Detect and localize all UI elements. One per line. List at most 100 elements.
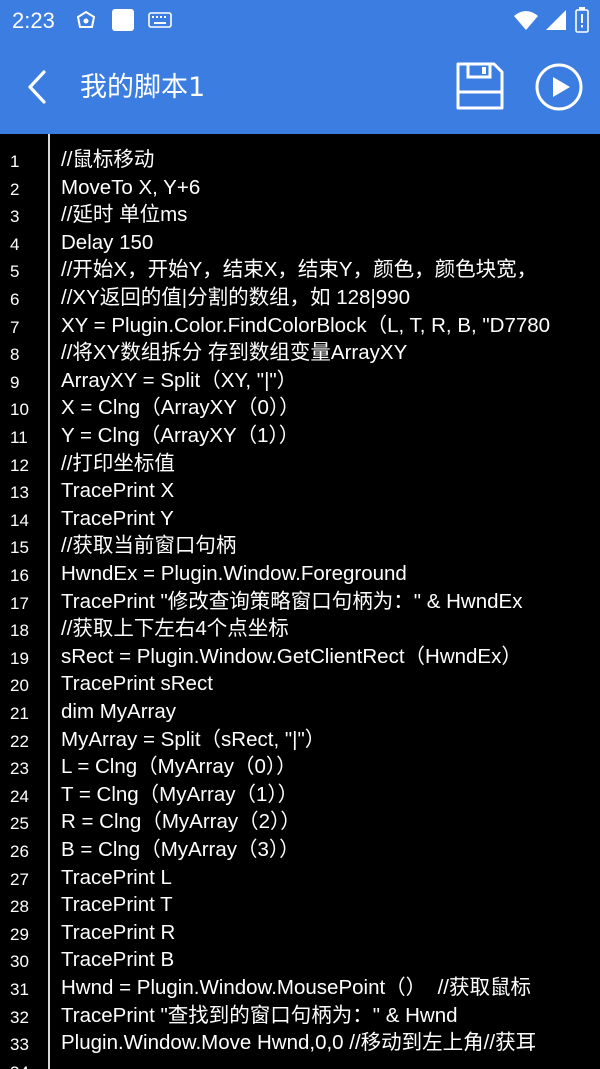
code-line[interactable]: 19 sRect = Plugin.Window.GetClientRect（Hw… bbox=[0, 643, 600, 671]
line-number: 24 bbox=[10, 786, 29, 806]
line-number: 33 bbox=[10, 1035, 29, 1055]
code-line[interactable]: 26 B = Clng（MyArray（3）） bbox=[0, 836, 600, 864]
code-line[interactable]: 15 //获取当前窗口句柄 bbox=[0, 532, 600, 560]
play-icon bbox=[535, 63, 583, 111]
line-number: 14 bbox=[10, 510, 29, 530]
app-bar: 我的脚本1 bbox=[0, 42, 600, 134]
code-line[interactable]: 23 L = Clng（MyArray（0）） bbox=[0, 753, 600, 781]
line-text: Plugin.Window.Move Hwnd,0,0 //移动到左上角//获耳 bbox=[61, 1031, 537, 1055]
code-line[interactable]: 4 Delay 150 bbox=[0, 229, 600, 257]
line-text: T = Clng（MyArray（1）） bbox=[61, 782, 299, 806]
line-text: Y = Clng（ArrayXY（1）） bbox=[61, 424, 300, 447]
line-number: 27 bbox=[10, 869, 29, 889]
line-text: //开始X，开始Y，结束X，结束Y，颜色，颜色块宽， bbox=[61, 258, 538, 282]
line-number: 28 bbox=[10, 897, 29, 917]
line-text: TracePrint "修改查询策略窗口句柄为：" & HwndEx bbox=[61, 589, 523, 613]
line-number: 25 bbox=[10, 814, 29, 834]
line-text: XY = Plugin.Color.FindColorBlock（L, T, R… bbox=[61, 313, 551, 337]
line-number: 13 bbox=[10, 483, 29, 503]
code-editor[interactable]: 1 //鼠标移动 2 MoveTo X, Y+6 3 //延时 单位ms 4 Delay 15… bbox=[0, 134, 600, 1069]
screen: 2:23 我的脚本1 1 //鼠标移动 2 MoveTo X, Y+6 3 //… bbox=[0, 0, 600, 1069]
line-number: 3 bbox=[10, 207, 20, 227]
line-number: 17 bbox=[10, 593, 29, 613]
code-line[interactable]: 30 TracePrint B bbox=[0, 946, 600, 974]
line-number: 11 bbox=[10, 428, 28, 447]
code-line[interactable]: 8 //将XY数组拆分 存到数组变量ArrayXY bbox=[0, 339, 600, 367]
run-button[interactable] bbox=[534, 62, 584, 112]
line-number: 30 bbox=[10, 952, 29, 972]
signal-icon bbox=[545, 9, 567, 35]
notification-icon bbox=[74, 9, 98, 35]
code-line[interactable]: 20 TracePrint sRect bbox=[0, 670, 600, 698]
square-icon bbox=[111, 8, 135, 36]
code-line[interactable]: 17 TracePrint "修改查询策略窗口句柄为：" & HwndEx bbox=[0, 588, 600, 616]
line-number: 7 bbox=[10, 317, 20, 337]
line-text: //将XY数组拆分 存到数组变量ArrayXY bbox=[61, 341, 408, 365]
line-number: 5 bbox=[10, 262, 20, 282]
code-line[interactable]: 11 Y = Clng（ArrayXY（1）） bbox=[0, 422, 600, 450]
line-number: 10 bbox=[10, 400, 29, 420]
back-button[interactable] bbox=[20, 64, 56, 110]
code-line[interactable]: 16 HwndEx = Plugin.Window.Foreground bbox=[0, 560, 600, 588]
code-line[interactable]: 31 Hwnd = Plugin.Window.MousePoint（） //获取… bbox=[0, 974, 600, 1002]
code-line[interactable]: 22 MyArray = Split（sRect, "|"） bbox=[0, 726, 600, 754]
line-number: 22 bbox=[10, 731, 29, 751]
line-number: 18 bbox=[10, 621, 29, 641]
code-line[interactable]: 14 TracePrint Y bbox=[0, 505, 600, 533]
save-button[interactable] bbox=[454, 60, 506, 112]
code-line[interactable]: 6 //XY返回的值|分割的数组，如 128|990 bbox=[0, 284, 600, 312]
code-line[interactable]: 3 //延时 单位ms bbox=[0, 201, 600, 229]
wifi-icon bbox=[513, 9, 539, 35]
line-number: 6 bbox=[10, 290, 20, 309]
line-text: //打印坐标值 bbox=[61, 451, 175, 475]
code-line[interactable]: 25 R = Clng（MyArray（2）） bbox=[0, 808, 600, 836]
line-text: //延时 单位ms bbox=[61, 203, 188, 227]
line-number: 15 bbox=[10, 538, 29, 558]
line-text: //获取上下左右4个点坐标 bbox=[61, 617, 289, 641]
code-line[interactable]: 5 //开始X，开始Y，结束X，结束Y，颜色，颜色块宽， bbox=[0, 256, 600, 284]
line-text: TracePrint B bbox=[61, 948, 175, 972]
line-text: X = Clng（ArrayXY（0）） bbox=[61, 396, 300, 420]
line-text: Delay 150 bbox=[61, 230, 154, 254]
chevron-left-icon bbox=[28, 70, 46, 104]
line-text: MoveTo X, Y+6 bbox=[61, 175, 201, 199]
line-text: R = Clng（MyArray（2）） bbox=[61, 810, 301, 834]
line-number: 2 bbox=[10, 179, 20, 199]
line-text: TracePrint T bbox=[61, 893, 173, 917]
line-number: 12 bbox=[10, 455, 29, 475]
code-line[interactable]: 24 T = Clng（MyArray（1）） bbox=[0, 781, 600, 809]
line-number: 19 bbox=[10, 648, 29, 668]
code-line[interactable]: 29 TracePrint R bbox=[0, 919, 600, 947]
code-line[interactable]: 32 TracePrint "查找到的窗口句柄为：" & Hwnd bbox=[0, 1002, 600, 1030]
line-text: TracePrint R bbox=[61, 920, 176, 944]
code-line[interactable]: 21 dim MyArray bbox=[0, 698, 600, 726]
line-number: 16 bbox=[10, 566, 29, 585]
save-icon bbox=[456, 62, 504, 110]
code-line[interactable]: 9 ArrayXY = Split（XY, "|"） bbox=[0, 367, 600, 395]
line-text: HwndEx = Plugin.Window.Foreground bbox=[61, 562, 407, 585]
code-line[interactable]: 10 X = Clng（ArrayXY（0）） bbox=[0, 394, 600, 422]
code-line[interactable]: 33 Plugin.Window.Move Hwnd,0,0 //移动到左上角//… bbox=[0, 1029, 600, 1057]
line-number: 29 bbox=[10, 924, 29, 944]
code-line[interactable]: 28 TracePrint T bbox=[0, 891, 600, 919]
code-line[interactable]: 27 TracePrint L bbox=[0, 864, 600, 892]
line-number: 31 bbox=[10, 980, 29, 999]
line-text: TracePrint sRect bbox=[61, 672, 213, 696]
code-line[interactable]: 7 XY = Plugin.Color.FindColorBlock（L, T, … bbox=[0, 312, 600, 340]
line-text: //获取当前窗口句柄 bbox=[61, 534, 237, 558]
line-text: Hwnd = Plugin.Window.MousePoint（） //获取鼠标 bbox=[61, 976, 531, 999]
line-number: 1 bbox=[10, 152, 20, 171]
code-line[interactable]: 34 bbox=[0, 1057, 600, 1069]
code-line[interactable]: 12 //打印坐标值 bbox=[0, 450, 600, 478]
line-number: 9 bbox=[10, 372, 20, 392]
code-line[interactable]: 13 TracePrint X bbox=[0, 477, 600, 505]
code-line[interactable]: 2 MoveTo X, Y+6 bbox=[0, 174, 600, 202]
code-line[interactable]: 1 //鼠标移动 bbox=[0, 146, 600, 174]
line-number: 21 bbox=[10, 704, 29, 723]
line-text: ArrayXY = Split（XY, "|"） bbox=[61, 368, 298, 392]
page-title: 我的脚本1 bbox=[80, 72, 206, 103]
line-number: 8 bbox=[10, 345, 20, 365]
status-bar: 2:23 bbox=[0, 0, 600, 42]
code-line[interactable]: 18 //获取上下左右4个点坐标 bbox=[0, 615, 600, 643]
line-text: TracePrint Y bbox=[61, 506, 174, 530]
